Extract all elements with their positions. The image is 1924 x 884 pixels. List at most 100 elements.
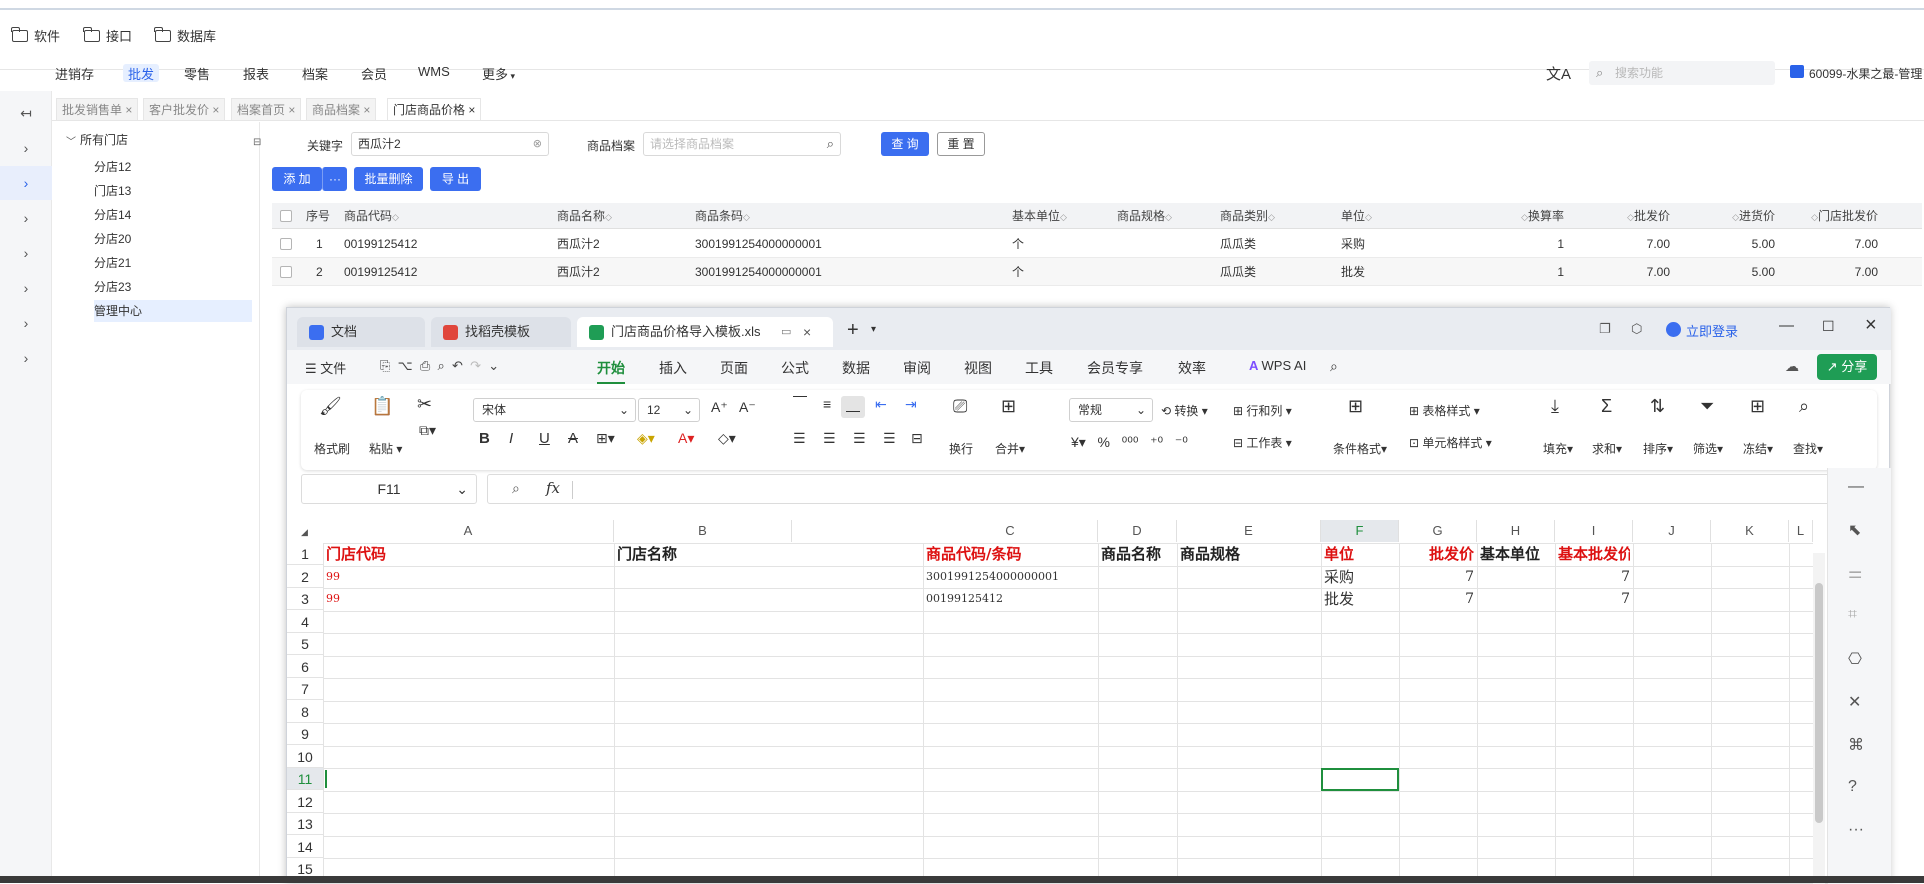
tag-icon[interactable]: ⌥ bbox=[398, 358, 413, 373]
find-label[interactable]: 查找▾ bbox=[1793, 440, 1823, 457]
row-col-button[interactable]: ⊞ 行和列 ▾ bbox=[1233, 402, 1292, 419]
number-format-select[interactable]: 常规 ⌄ bbox=[1069, 398, 1153, 422]
col-header[interactable]: 单位◇ bbox=[1341, 203, 1372, 229]
column-header[interactable]: B bbox=[614, 520, 792, 542]
italic-icon[interactable]: I bbox=[509, 430, 513, 447]
thousands-icon[interactable]: ⁰⁰⁰ bbox=[1122, 434, 1139, 450]
close-icon[interactable]: × bbox=[468, 103, 475, 117]
chevron-down-icon[interactable]: ⌄ bbox=[488, 358, 499, 373]
select-all-corner[interactable]: ◢ bbox=[301, 527, 308, 538]
crop-icon[interactable]: ⌗ bbox=[1848, 606, 1857, 624]
menu-data[interactable]: 数据 bbox=[842, 358, 870, 378]
sheet-header-cell[interactable]: 商品代码/条码 bbox=[926, 543, 1095, 565]
menu-member[interactable]: 会员专享 bbox=[1087, 358, 1143, 378]
rail-expand-2[interactable]: › bbox=[0, 166, 52, 200]
select-all-checkbox[interactable] bbox=[280, 210, 292, 222]
row-checkbox[interactable] bbox=[280, 238, 292, 250]
rail-expand-6[interactable]: › bbox=[0, 306, 52, 340]
distribute-icon[interactable]: ⊟ bbox=[911, 430, 923, 447]
translate-icon[interactable]: 文A bbox=[1546, 63, 1571, 84]
bookmark-database[interactable]: 数据库 bbox=[154, 26, 216, 45]
column-header[interactable]: J bbox=[1633, 520, 1711, 542]
monitor-icon[interactable]: ▭ bbox=[781, 317, 791, 347]
paste-label[interactable]: 粘贴 ▾ bbox=[369, 440, 402, 457]
col-header[interactable]: 商品类别◇ bbox=[1220, 203, 1275, 229]
rail-expand-3[interactable]: › bbox=[0, 201, 52, 235]
maximize-icon[interactable]: ☐ bbox=[1822, 318, 1835, 335]
collapse-icon[interactable]: ↤ bbox=[0, 96, 52, 130]
close-icon[interactable]: × bbox=[288, 103, 295, 117]
indent-increase-icon[interactable]: ⇥ bbox=[905, 396, 917, 413]
menu-file[interactable]: ☰ 文件 bbox=[305, 358, 346, 377]
column-header[interactable]: I bbox=[1555, 520, 1633, 542]
format-brush-icon[interactable]: 🖌 bbox=[319, 396, 342, 417]
font-color-icon[interactable]: A▾ bbox=[678, 430, 694, 447]
minimize-icon[interactable]: — bbox=[1779, 317, 1794, 334]
sheet-header-cell[interactable]: 基本单位 bbox=[1480, 543, 1552, 565]
table-row[interactable]: 2 00199125412 西瓜汁2 3001991254000000001 个… bbox=[272, 258, 1922, 286]
sheet-cell[interactable]: 7 bbox=[1402, 588, 1474, 610]
column-header[interactable]: K bbox=[1711, 520, 1789, 542]
row-header[interactable]: 7 bbox=[287, 678, 323, 700]
nav-archives[interactable]: 档案 bbox=[302, 64, 328, 82]
menu-efficiency[interactable]: 效率 bbox=[1178, 358, 1206, 378]
add-button[interactable]: 添 加 bbox=[272, 167, 322, 191]
more-icon[interactable]: ··· bbox=[1848, 821, 1864, 839]
sheet-cell[interactable]: 7 bbox=[1558, 566, 1630, 588]
menu-insert[interactable]: 插入 bbox=[659, 358, 687, 378]
decimal-decrease-icon[interactable]: ⁻⁰ bbox=[1175, 434, 1188, 450]
menu-home[interactable]: 开始 bbox=[597, 358, 625, 384]
row-header[interactable]: 10 bbox=[287, 746, 323, 768]
reset-button[interactable]: 重 置 bbox=[937, 132, 985, 156]
menu-formula[interactable]: 公式 bbox=[781, 358, 809, 378]
wps-ai-button[interactable]: A WPS AI bbox=[1249, 358, 1306, 373]
row-header[interactable]: 11 bbox=[287, 768, 323, 790]
nav-members[interactable]: 会员 bbox=[361, 64, 387, 82]
tab-wholesale-order[interactable]: 批发销售单 × bbox=[56, 98, 139, 120]
tree-item[interactable]: 门店13 bbox=[94, 180, 252, 202]
sheet-cell[interactable]: 7 bbox=[1558, 588, 1630, 610]
cell-style-button[interactable]: ⊡ 单元格样式 ▾ bbox=[1409, 434, 1492, 451]
bold-icon[interactable]: B bbox=[479, 430, 490, 447]
window-tile-icon[interactable]: ❐ bbox=[1599, 321, 1611, 337]
wps-tab-templates[interactable]: 找稻壳模板 bbox=[431, 317, 571, 347]
row-header[interactable]: 3 bbox=[287, 588, 323, 610]
column-header[interactable]: C bbox=[923, 520, 1098, 542]
freeze-label[interactable]: 冻结▾ bbox=[1743, 440, 1773, 457]
sheet-header-cell[interactable]: 商品名称 bbox=[1101, 543, 1174, 565]
batch-delete-button[interactable]: 批量删除 bbox=[354, 167, 423, 191]
nav-inventory[interactable]: 进销存 bbox=[55, 64, 94, 82]
col-header[interactable]: 商品规格◇ bbox=[1117, 203, 1172, 229]
align-bottom-icon[interactable]: ⎽ bbox=[841, 396, 865, 418]
align-left-icon[interactable]: ☰ bbox=[793, 430, 806, 447]
row-header[interactable]: 5 bbox=[287, 633, 323, 655]
row-header[interactable]: 6 bbox=[287, 656, 323, 678]
close-icon[interactable]: × bbox=[803, 317, 811, 347]
clear-format-icon[interactable]: ◇▾ bbox=[718, 430, 736, 447]
sheet-cell[interactable]: 99 bbox=[326, 588, 611, 610]
format-brush-label[interactable]: 格式刷 bbox=[314, 440, 350, 457]
find-icon[interactable]: ⌕ bbox=[1799, 396, 1809, 417]
product-select[interactable]: 请选择商品档案 ⌕ bbox=[643, 132, 841, 156]
selected-cell[interactable] bbox=[1321, 768, 1399, 791]
sum-label[interactable]: 求和▾ bbox=[1592, 440, 1622, 457]
row-checkbox[interactable] bbox=[280, 266, 292, 278]
tab-archive-home[interactable]: 档案首页 × bbox=[231, 98, 302, 120]
sheet-cell[interactable]: 00199125412 bbox=[926, 588, 1095, 610]
justify-icon[interactable]: ☰ bbox=[883, 430, 896, 447]
sheet-header-cell[interactable]: 基本批发价 bbox=[1558, 543, 1630, 565]
row-header[interactable]: 4 bbox=[287, 611, 323, 633]
help-icon[interactable]: ? bbox=[1848, 778, 1857, 796]
preview-icon[interactable]: ⌕ bbox=[438, 358, 445, 373]
formula-input[interactable]: ⌕ fx bbox=[487, 474, 1833, 504]
col-header[interactable]: ◇进货价 bbox=[1713, 203, 1775, 229]
col-header[interactable]: ◇换算率 bbox=[1506, 203, 1564, 229]
export-button[interactable]: 导 出 bbox=[430, 167, 481, 191]
tree-item-selected[interactable]: 管理中心 bbox=[94, 300, 252, 322]
fill-color-icon[interactable]: ◈▾ bbox=[637, 430, 655, 447]
table-style-button[interactable]: ⊞ 表格样式 ▾ bbox=[1409, 402, 1480, 419]
currency-icon[interactable]: ¥▾ bbox=[1071, 434, 1086, 450]
cond-format-label[interactable]: 条件格式▾ bbox=[1333, 440, 1387, 457]
align-top-icon[interactable]: ⎺ bbox=[793, 394, 807, 411]
sort-label[interactable]: 排序▾ bbox=[1643, 440, 1673, 457]
